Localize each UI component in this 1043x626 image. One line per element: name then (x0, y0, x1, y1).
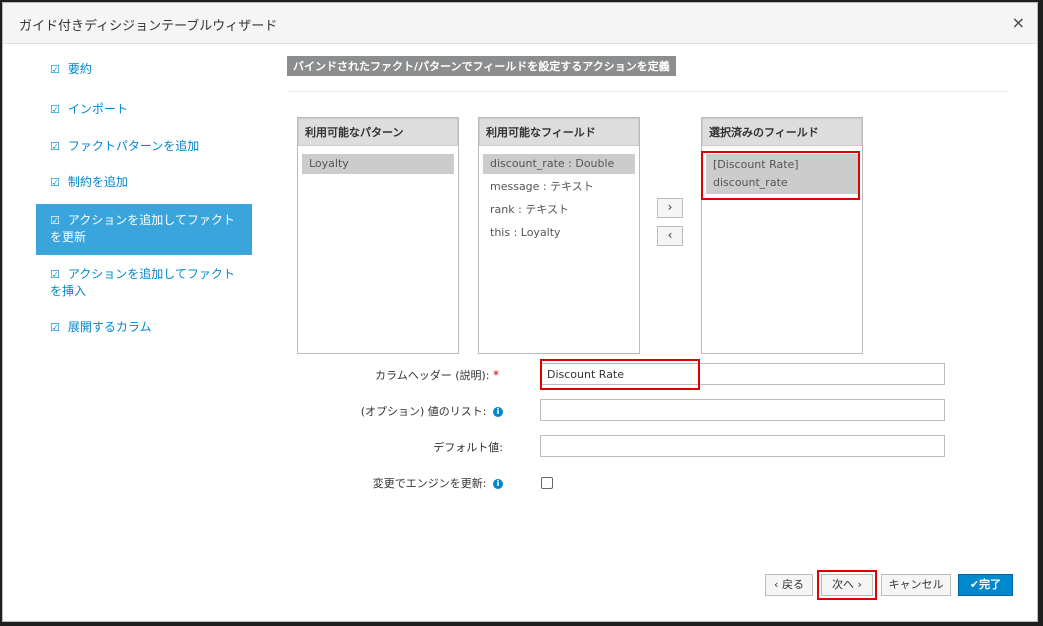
check-icon: ☑ (50, 63, 60, 76)
step-update-fact-action[interactable]: ☑ アクションを追加してファクトを更新 (36, 204, 252, 255)
step-insert-fact-action[interactable]: ☑ アクションを追加してファクトを挿入 (36, 260, 252, 306)
check-icon: ☑ (50, 176, 60, 189)
finish-button[interactable]: ✔完了 (958, 574, 1013, 596)
wizard-dialog: ガイド付きディシジョンテーブルウィザード × ☑ 要約 ☑ インポート ☑ ファ… (2, 2, 1038, 622)
list-item-discount-rate[interactable]: discount_rate : Double (483, 154, 635, 174)
value-list-label: (オプション) 値のリスト: i (291, 403, 503, 419)
step-label: アクションを追加してファクトを更新 (50, 213, 235, 244)
step-label: インポート (67, 102, 128, 116)
check-icon: ☑ (50, 268, 60, 281)
close-icon[interactable]: × (1012, 13, 1025, 32)
default-value-input[interactable] (540, 435, 945, 457)
column-header-label: カラムヘッダー (説明): * (287, 367, 499, 383)
info-icon[interactable]: i (493, 479, 503, 489)
list-header: 利用可能なフィールド (479, 118, 639, 146)
list-header: 利用可能なパターン (298, 118, 458, 146)
step-label: 制約を追加 (67, 175, 128, 189)
cancel-button[interactable]: キャンセル (881, 574, 951, 596)
remove-field-button[interactable]: ‹ (657, 226, 683, 246)
divider (287, 91, 1009, 92)
value-list-label-text: (オプション) 値のリスト: (360, 405, 487, 418)
info-icon[interactable]: i (493, 407, 503, 417)
add-field-button[interactable]: › (657, 198, 683, 218)
update-engine-checkbox[interactable] (541, 477, 553, 489)
default-value-label: デフォルト値: (433, 441, 503, 454)
check-icon: ☑ (50, 103, 60, 116)
available-fields-list: 利用可能なフィールド discount_rate : Double messag… (478, 117, 640, 354)
step-label: アクションを追加してファクトを挿入 (50, 267, 235, 298)
list-header: 選択済みのフィールド (702, 118, 862, 146)
check-icon: ☑ (50, 321, 60, 334)
column-header-input[interactable] (540, 363, 945, 385)
selected-field-item[interactable]: [Discount Rate] discount_rate (706, 154, 858, 194)
list-item-rank[interactable]: rank : テキスト (483, 200, 635, 220)
next-button[interactable]: 次へ › (821, 574, 873, 596)
column-header-label-text: カラムヘッダー (説明): (375, 369, 490, 382)
step-label: 展開するカラム (67, 320, 152, 334)
section-title: バインドされたファクト/パターンでフィールドを設定するアクションを定義 (287, 56, 676, 76)
selected-fields-list: 選択済みのフィールド [Discount Rate] discount_rate (701, 117, 863, 354)
check-icon: ☑ (50, 214, 60, 227)
step-label: ファクトパターンを追加 (67, 139, 200, 153)
list-item-loyalty[interactable]: Loyalty (302, 154, 454, 174)
step-summary[interactable]: ☑ 要約 (36, 55, 252, 84)
step-label: 要約 (67, 62, 92, 76)
step-add-constraint[interactable]: ☑ 制約を追加 (36, 168, 252, 197)
available-patterns-list: 利用可能なパターン Loyalty (297, 117, 459, 354)
update-engine-label: 変更でエンジンを更新: i (291, 475, 503, 491)
dialog-header: ガイド付きディシジョンテーブルウィザード × (3, 3, 1037, 44)
value-list-input[interactable] (540, 399, 945, 421)
required-icon: * (493, 368, 499, 382)
list-item-message[interactable]: message : テキスト (483, 177, 635, 197)
step-import[interactable]: ☑ インポート (36, 95, 252, 124)
step-add-fact-pattern[interactable]: ☑ ファクトパターンを追加 (36, 132, 252, 161)
step-expand-columns[interactable]: ☑ 展開するカラム (36, 313, 252, 342)
list-item-this[interactable]: this : Loyalty (483, 223, 635, 243)
check-icon: ☑ (50, 140, 60, 153)
wizard-steps: ☑ 要約 ☑ インポート ☑ ファクトパターンを追加 ☑ 制約を追加 ☑ アクシ… (36, 55, 252, 342)
selected-field-header: [Discount Rate] (713, 158, 799, 171)
back-button[interactable]: ‹ 戻る (765, 574, 813, 596)
dialog-title: ガイド付きディシジョンテーブルウィザード (19, 19, 278, 34)
selected-field-name: discount_rate (713, 176, 788, 189)
update-engine-label-text: 変更でエンジンを更新: (372, 477, 487, 490)
